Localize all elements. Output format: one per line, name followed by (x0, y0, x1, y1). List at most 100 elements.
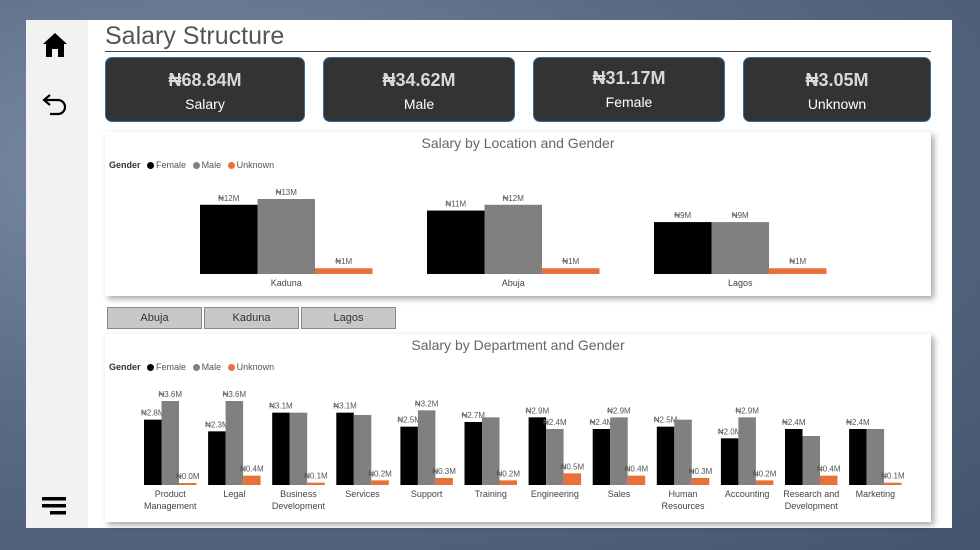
data-label: ₦2.4M (782, 418, 806, 427)
data-label: ₦1M (335, 257, 352, 266)
data-label: ₦2.9M (735, 406, 759, 415)
bar-female (144, 419, 162, 485)
category-label: Research and (783, 489, 839, 499)
bar-female (427, 210, 485, 274)
kpi-value: ₦3.05M (805, 70, 869, 90)
category-label: Services (345, 489, 380, 499)
bar-unknown (499, 480, 517, 485)
bar-male (802, 436, 820, 485)
bar-unknown (691, 478, 710, 485)
data-label: ₦9M (732, 211, 749, 220)
data-label: ₦2.5M (397, 416, 421, 425)
category-label: Development (272, 501, 326, 511)
data-label: ₦0.5M (561, 462, 585, 471)
data-label: ₦2.4M (590, 418, 614, 427)
bar-male (546, 429, 564, 485)
bar-unknown (563, 473, 582, 485)
category-label: Kaduna (271, 278, 302, 288)
slicer-button-lagos[interactable]: Lagos (301, 307, 396, 329)
data-label: ₦2.5M (654, 416, 678, 425)
kpi-card-unknown: ₦3.05M Unknown (743, 57, 931, 122)
slicer-button-abuja[interactable]: Abuja (107, 307, 202, 329)
category-label: Training (475, 489, 507, 499)
bar-female (464, 422, 482, 485)
department-chart-panel: Salary by Department and Gender Gender F… (105, 334, 931, 522)
data-label: ₦0.3M (432, 467, 456, 476)
page-title: Salary Structure (105, 22, 931, 52)
sidebar (26, 20, 88, 528)
category-label: Engineering (531, 489, 579, 499)
bar-female (528, 417, 547, 485)
bar-unknown (371, 480, 389, 485)
data-label: ₦2.7M (461, 411, 485, 420)
data-label: ₦11M (445, 200, 466, 209)
bar-unknown (755, 480, 774, 485)
bar-female (336, 412, 354, 485)
data-label: ₦0.4M (625, 465, 649, 474)
data-label: ₦0.4M (817, 465, 841, 474)
category-label: Business (280, 489, 317, 499)
bar-female (849, 429, 867, 485)
bar-female (272, 412, 290, 485)
kpi-card-male: ₦34.62M Male (323, 57, 515, 122)
kpi-value: ₦31.17M (592, 68, 666, 88)
department-bar-chart: ₦2.8M ₦3.6M ₦0.0M Product Management ₦2.3M ₦3.… (141, 390, 905, 511)
bar-female (720, 438, 739, 485)
bar-unknown (307, 482, 325, 485)
data-label: ₦3.6M (158, 390, 182, 399)
kpi-card-salary: ₦68.84M Salary (105, 57, 305, 122)
data-label: ₦13M (276, 188, 298, 197)
category-label: Sales (608, 489, 631, 499)
data-label: ₦0.1M (881, 472, 905, 481)
kpi-label: Male (403, 96, 435, 112)
bar-unknown (884, 482, 902, 485)
home-icon[interactable] (40, 30, 70, 60)
data-label: ₦2.8M (141, 409, 165, 418)
kpi-label: Salary (185, 96, 225, 112)
category-label: Management (144, 501, 197, 511)
data-label: ₦1M (562, 257, 579, 266)
data-label: ₦0.0M (176, 472, 200, 481)
category-label: Product (155, 489, 187, 499)
kpi-card-female: ₦31.17M Female (533, 57, 725, 122)
data-label: ₦0.2M (368, 469, 392, 478)
data-label: ₦2.4M (846, 418, 870, 427)
bar-unknown (769, 268, 827, 274)
data-label: ₦9M (674, 211, 691, 220)
data-label: ₦12M (503, 194, 525, 203)
category-label: Marketing (856, 489, 896, 499)
bar-female (656, 426, 675, 485)
data-label: ₦2.4M (543, 418, 567, 427)
bar-female (208, 431, 226, 485)
data-label: ₦3.1M (269, 402, 293, 411)
menu-icon[interactable] (40, 492, 70, 522)
data-label: ₦12M (218, 194, 240, 203)
data-label: ₦2.3M (205, 420, 229, 429)
bar-unknown (435, 478, 453, 485)
category-label: Accounting (725, 489, 770, 499)
kpi-label: Female (605, 94, 653, 110)
category-label: Lagos (728, 278, 753, 288)
bar-female (200, 204, 258, 274)
category-label: Abuja (502, 278, 525, 288)
category-label: Legal (223, 489, 245, 499)
data-label: ₦0.3M (689, 467, 713, 476)
back-arrow-icon[interactable] (40, 88, 70, 118)
bar-male (711, 222, 769, 274)
bar-male (257, 199, 315, 274)
bar-female (592, 429, 611, 485)
category-label: Human (669, 489, 698, 499)
kpi-value: ₦34.62M (382, 70, 456, 90)
data-label: ₦2.9M (607, 406, 631, 415)
bar-unknown (542, 268, 600, 274)
category-label: Support (411, 489, 443, 499)
bar-unknown (820, 475, 838, 485)
location-chart-panel: Salary by Location and Gender Gender Fem… (105, 132, 931, 296)
slicer-button-kaduna[interactable]: Kaduna (204, 307, 299, 329)
bar-unknown (315, 268, 373, 274)
bar-male (610, 417, 628, 485)
bar-male (484, 204, 542, 274)
data-label: ₦0.2M (753, 469, 777, 478)
data-label: ₦0.1M (304, 472, 328, 481)
bar-unknown (243, 475, 261, 485)
